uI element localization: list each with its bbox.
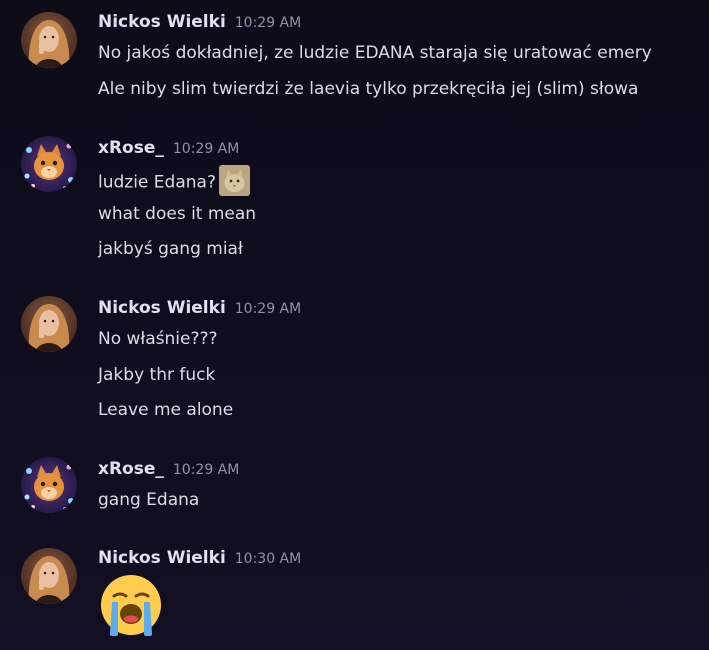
timestamp[interactable]: 10:30 AM — [235, 551, 301, 567]
avatar[interactable] — [21, 548, 77, 604]
username[interactable]: xRose_ — [98, 138, 164, 158]
woman-portrait-avatar-icon — [21, 12, 77, 68]
message-header: Nickos Wielki 10:30 AM — [98, 548, 301, 572]
message-text-content: ludzie Edana? — [98, 172, 216, 193]
message-header: Nickos Wielki 10:29 AM — [98, 12, 301, 36]
username[interactable]: Nickos Wielki — [98, 12, 226, 32]
woman-portrait-avatar-icon — [21, 296, 77, 352]
username[interactable]: Nickos Wielki — [98, 548, 226, 568]
message-text: No właśnie??? — [98, 329, 218, 349]
message-text: jakbyś gang miał — [98, 239, 243, 259]
message-text: Jakby thr fuck — [98, 365, 216, 385]
message-text: what does it mean — [98, 204, 257, 224]
message-text: No jakoś dokładniej, ze ludzie EDANA sta… — [98, 43, 652, 63]
message-text: Ale niby slim twierdzi że laevia tylko p… — [98, 79, 639, 99]
timestamp[interactable]: 10:29 AM — [173, 462, 239, 478]
message-text: gang Edana — [98, 490, 200, 510]
message-text: ludzie Edana? — [98, 165, 250, 198]
avatar[interactable] — [21, 12, 77, 68]
avatar[interactable] — [21, 136, 77, 192]
orange-cat-avatar-icon — [21, 136, 77, 192]
timestamp[interactable]: 10:29 AM — [235, 15, 301, 31]
username[interactable]: xRose_ — [98, 459, 164, 479]
woman-portrait-avatar-icon — [21, 548, 77, 604]
timestamp[interactable]: 10:29 AM — [235, 301, 301, 317]
message-header: Nickos Wielki 10:29 AM — [98, 298, 301, 322]
message-header: xRose_ 10:29 AM — [98, 138, 239, 162]
message-header: xRose_ 10:29 AM — [98, 459, 239, 483]
username[interactable]: Nickos Wielki — [98, 298, 226, 318]
orange-cat-avatar-icon — [21, 457, 77, 513]
timestamp[interactable]: 10:29 AM — [173, 141, 239, 157]
cat-sticker-emoji-icon[interactable] — [218, 165, 250, 196]
avatar[interactable] — [21, 457, 77, 513]
loudly-crying-face-emoji-icon[interactable] — [98, 572, 164, 638]
message-text: Leave me alone — [98, 400, 234, 420]
avatar[interactable] — [21, 296, 77, 352]
